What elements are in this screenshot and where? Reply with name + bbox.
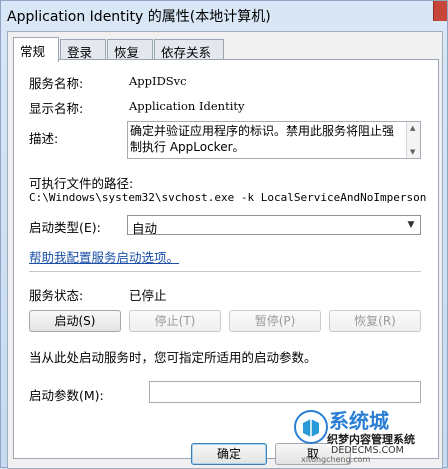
scroll-up-icon[interactable]: ▲ xyxy=(410,124,415,132)
display-name-value: Application Identity xyxy=(129,99,245,113)
close-icon[interactable] xyxy=(433,1,447,21)
startup-type-label: 启动类型(E): xyxy=(29,220,101,235)
description-label: 描述: xyxy=(29,131,59,146)
tab-dependencies[interactable]: 依存关系 xyxy=(154,39,224,60)
tab-general[interactable]: 常规 xyxy=(13,37,59,62)
start-button[interactable]: 启动(S) xyxy=(29,310,121,332)
start-params-label: 启动参数(M): xyxy=(29,388,104,403)
separator xyxy=(29,271,421,272)
resume-button[interactable]: 恢复(R) xyxy=(329,310,421,332)
start-params-hint: 当从此处启动服务时，您可指定所适用的启动参数。 xyxy=(29,350,317,365)
exec-path-label: 可执行文件的路径: xyxy=(29,176,134,191)
pause-button[interactable]: 暂停(P) xyxy=(229,310,321,332)
start-params-input[interactable] xyxy=(149,381,421,403)
service-status-value: 已停止 xyxy=(129,288,167,303)
chevron-down-icon[interactable]: ▼ xyxy=(404,218,418,232)
properties-window: Application Identity 的属性(本地计算机) 常规 登录 恢复… xyxy=(0,0,448,469)
service-name-value: AppIDSvc xyxy=(129,74,187,88)
title-bar[interactable]: Application Identity 的属性(本地计算机) xyxy=(1,1,447,29)
ok-button[interactable]: 确定 xyxy=(191,443,267,465)
startup-type-select[interactable]: 自动 ▼ xyxy=(127,215,421,236)
tab-general-label: 常规 xyxy=(20,44,46,59)
stop-button[interactable]: 停止(T) xyxy=(129,310,221,332)
exec-path-value: C:\Windows\system32\svchost.exe -k Local… xyxy=(29,191,427,204)
tab-recovery-label: 恢复 xyxy=(114,45,140,60)
cancel-button[interactable]: 取 xyxy=(275,443,351,465)
description-text: 确定并验证应用程序的标识。禁用此服务将阻止强制执行 AppLocker。 xyxy=(130,124,395,154)
tab-login[interactable]: 登录 xyxy=(60,39,106,60)
tab-login-label: 登录 xyxy=(67,45,93,60)
service-name-label: 服务名称: xyxy=(29,76,84,91)
scroll-down-icon[interactable]: ▼ xyxy=(410,148,415,156)
startup-type-value: 自动 xyxy=(132,221,158,236)
window-title: Application Identity 的属性(本地计算机) xyxy=(7,9,271,25)
help-configure-link[interactable]: 帮助我配置服务启动选项。 xyxy=(29,247,179,266)
service-status-label: 服务状态: xyxy=(29,288,84,303)
description-scrollbar[interactable]: ▲ ▼ xyxy=(406,122,420,158)
description-field[interactable]: 确定并验证应用程序的标识。禁用此服务将阻止强制执行 AppLocker。 ▲ ▼ xyxy=(127,121,421,159)
tab-recovery[interactable]: 恢复 xyxy=(107,39,153,60)
tab-dependencies-label: 依存关系 xyxy=(161,45,212,60)
display-name-label: 显示名称: xyxy=(29,101,84,116)
